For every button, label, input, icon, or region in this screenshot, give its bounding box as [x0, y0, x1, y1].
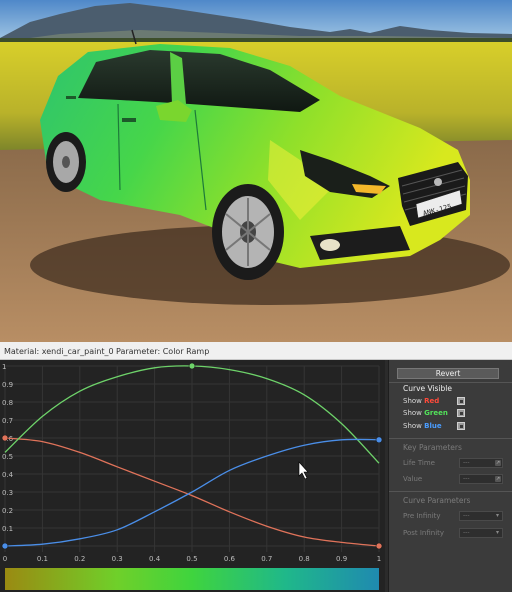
y-tick-label: 0.9 — [2, 381, 13, 389]
chevron-down-icon: ▾ — [495, 529, 499, 536]
x-tick-label: 0.5 — [186, 555, 197, 563]
y-tick-label: 0.3 — [2, 489, 13, 497]
material-label: Material: xendi_car_paint_0 — [4, 347, 114, 356]
curve-parameters-title: Curve Parameters — [403, 496, 471, 505]
x-tick-label: 0 — [3, 555, 7, 563]
y-tick-label: 0.8 — [2, 399, 13, 407]
x-tick-label: 0.2 — [74, 555, 85, 563]
key-point-red[interactable] — [375, 542, 383, 550]
y-tick-label: 0.1 — [2, 525, 13, 533]
life-time-field[interactable]: --- ↗ — [459, 458, 503, 468]
y-tick-label: 0.7 — [2, 417, 13, 425]
x-tick-label: 0.7 — [261, 555, 272, 563]
value-row: Value --- ↗ — [403, 474, 507, 484]
curve-visible-title: Curve Visible — [403, 384, 453, 393]
revert-button[interactable]: Revert — [397, 368, 499, 379]
value-expand-icon[interactable]: ↗ — [495, 476, 501, 482]
value-field[interactable]: --- ↗ — [459, 474, 503, 484]
3d-viewport[interactable]: ANK-125 — [0, 0, 512, 342]
properties-panel: Revert Curve Visible Show Red Show Green… — [388, 360, 512, 592]
key-point-green[interactable] — [188, 362, 196, 370]
y-tick-label: 0.4 — [2, 471, 14, 479]
curve-graph[interactable]: 1 0.9 0.8 0.7 0.6 0.5 0.4 0.3 0.2 0.1 0 0.1 0.2 0.3 0… — [0, 360, 385, 592]
key-parameters-title: Key Parameters — [403, 443, 462, 452]
color-ramp-preview — [5, 568, 379, 590]
editor-header: Material: xendi_car_paint_0 Parameter: C… — [0, 342, 512, 360]
show-red-checkbox[interactable] — [457, 397, 465, 405]
y-tick-label: 0.2 — [2, 507, 13, 515]
pre-infinity-row: Pre Infinity --- ▾ — [403, 511, 507, 521]
x-tick-label: 0.8 — [299, 555, 310, 563]
key-point-blue[interactable] — [1, 542, 9, 550]
show-green-checkbox[interactable] — [457, 409, 465, 417]
curve-editor[interactable]: 1 0.9 0.8 0.7 0.6 0.5 0.4 0.3 0.2 0.1 0 0.1 0.2 0.3 0… — [0, 360, 385, 592]
post-infinity-row: Post Infinity --- ▾ — [403, 528, 507, 538]
chevron-down-icon: ▾ — [495, 512, 499, 519]
show-green-row: Show Green — [403, 408, 507, 418]
x-tick-label: 0.6 — [224, 555, 236, 563]
x-tick-label: 0.4 — [149, 555, 161, 563]
x-tick-label: 1 — [377, 555, 381, 563]
x-tick-label: 0.1 — [37, 555, 48, 563]
show-blue-checkbox[interactable] — [457, 422, 465, 430]
show-red-row: Show Red — [403, 396, 507, 406]
key-point-blue[interactable] — [375, 436, 383, 444]
y-tick-label: 1 — [2, 363, 6, 371]
y-tick-label: 0.5 — [2, 453, 13, 461]
post-infinity-dropdown[interactable]: --- ▾ — [459, 528, 503, 538]
key-point-red[interactable] — [1, 434, 9, 442]
x-tick-label: 0.9 — [336, 555, 347, 563]
show-blue-row: Show Blue — [403, 421, 507, 431]
car-scene-image: ANK-125 — [0, 0, 512, 342]
parameter-label: Parameter: Color Ramp — [116, 347, 210, 356]
life-time-row: Life Time --- ↗ — [403, 458, 507, 468]
pre-infinity-dropdown[interactable]: --- ▾ — [459, 511, 503, 521]
x-tick-label: 0.3 — [112, 555, 123, 563]
life-time-expand-icon[interactable]: ↗ — [495, 460, 501, 466]
